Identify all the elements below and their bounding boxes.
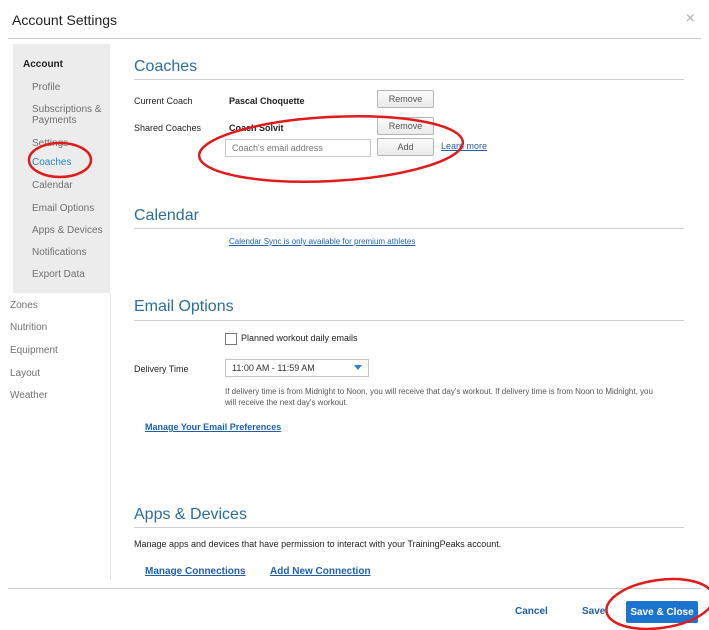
daily-emails-checkbox[interactable] xyxy=(225,333,237,345)
delivery-note-line2: will receive the next day's workout. xyxy=(225,398,348,407)
learn-more-link[interactable]: Learn more xyxy=(441,141,487,151)
coach-email-input[interactable] xyxy=(225,139,371,157)
current-coach-name: Pascal Choquette xyxy=(229,96,305,106)
apps-devices-section-title: Apps & Devices xyxy=(134,506,247,523)
shared-coach-name: Coach Solvit xyxy=(229,123,284,133)
sidebar-item-email-options[interactable]: Email Options xyxy=(32,203,94,214)
sidebar-item-notifications[interactable]: Notifications xyxy=(32,247,86,258)
sidebar-item-export-data[interactable]: Export Data xyxy=(32,269,85,280)
sidebar-item-payments[interactable]: Payments xyxy=(32,115,76,126)
daily-emails-label: Planned workout daily emails xyxy=(241,333,358,343)
calendar-section-rule xyxy=(134,228,684,229)
sidebar-heading-account[interactable]: Account xyxy=(23,59,63,70)
sidebar-item-layout[interactable]: Layout xyxy=(10,368,40,379)
manage-email-preferences-link[interactable]: Manage Your Email Preferences xyxy=(145,422,281,432)
sidebar-item-settings[interactable]: Settings xyxy=(32,138,68,149)
sidebar-item-subscriptions[interactable]: Subscriptions & xyxy=(32,104,101,115)
apps-devices-section-rule xyxy=(134,527,684,528)
coaches-section-title: Coaches xyxy=(134,58,198,75)
sidebar-item-equipment[interactable]: Equipment xyxy=(10,345,58,356)
shared-coaches-label: Shared Coaches xyxy=(134,123,202,133)
calendar-sync-link[interactable]: Calendar Sync is only available for prem… xyxy=(229,237,415,246)
calendar-section-title: Calendar xyxy=(134,207,199,224)
cancel-button[interactable]: Cancel xyxy=(515,606,548,617)
sidebar-item-apps-devices[interactable]: Apps & Devices xyxy=(32,225,103,236)
close-icon[interactable]: × xyxy=(686,10,695,28)
add-coach-button[interactable]: Add xyxy=(377,138,434,156)
sidebar-item-calendar[interactable]: Calendar xyxy=(32,180,73,191)
footer-divider xyxy=(8,588,701,589)
delivery-time-select[interactable]: 11:00 AM - 11:59 AM xyxy=(225,359,369,377)
apps-devices-description: Manage apps and devices that have permis… xyxy=(134,539,502,549)
current-coach-label: Current Coach xyxy=(134,96,193,106)
email-options-section-title: Email Options xyxy=(134,298,234,315)
save-button[interactable]: Save xyxy=(582,606,605,617)
sidebar-item-zones[interactable]: Zones xyxy=(10,300,38,311)
add-new-connection-link[interactable]: Add New Connection xyxy=(270,566,371,577)
sidebar-other-group xyxy=(13,293,111,580)
coaches-section-rule xyxy=(134,79,684,80)
remove-shared-coach-button[interactable]: Remove xyxy=(377,117,434,135)
sidebar-item-nutrition[interactable]: Nutrition xyxy=(10,322,47,333)
sidebar-item-profile[interactable]: Profile xyxy=(32,82,60,93)
manage-connections-link[interactable]: Manage Connections xyxy=(145,566,246,577)
dialog-header: Account Settings × xyxy=(0,0,709,40)
remove-current-coach-button[interactable]: Remove xyxy=(377,90,434,108)
sidebar-item-coaches[interactable]: Coaches xyxy=(32,157,71,168)
delivery-note-line1: If delivery time is from Midnight to Noo… xyxy=(225,387,653,396)
save-and-close-button[interactable]: Save & Close xyxy=(626,601,698,623)
email-options-section-rule xyxy=(134,320,684,321)
delivery-time-value: 11:00 AM - 11:59 AM xyxy=(232,363,315,373)
delivery-time-label: Delivery Time xyxy=(134,364,189,374)
chevron-down-icon xyxy=(354,365,362,370)
sidebar-item-weather[interactable]: Weather xyxy=(10,390,48,401)
dialog-title: Account Settings xyxy=(12,12,118,28)
header-divider xyxy=(8,38,701,39)
